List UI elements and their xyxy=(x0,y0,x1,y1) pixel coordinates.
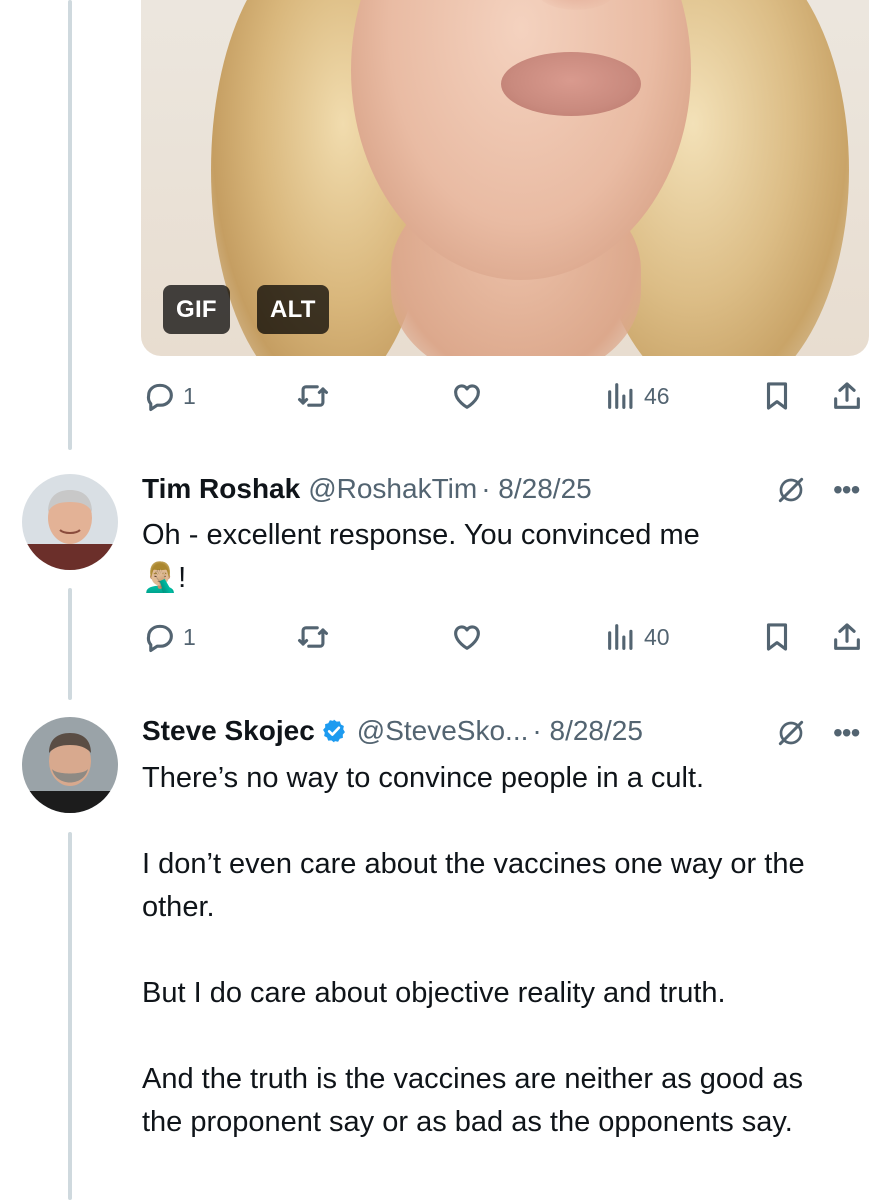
avatar-photo xyxy=(22,717,118,813)
share-icon xyxy=(834,382,860,409)
views-count: 40 xyxy=(644,623,670,650)
grok-icon[interactable] xyxy=(775,717,807,749)
tweet-paragraph: There’s no way to convince people in a c… xyxy=(142,762,705,794)
like-button[interactable] xyxy=(450,620,484,654)
share-button[interactable] xyxy=(830,620,864,654)
more-icon[interactable]: ••• xyxy=(833,476,860,504)
verified-badge-icon xyxy=(322,719,345,743)
bookmark-icon xyxy=(766,382,788,410)
thread-line-middle xyxy=(68,588,72,700)
retweet-icon xyxy=(297,385,329,407)
retweet-button[interactable] xyxy=(296,379,330,413)
tweet-text: There’s no way to convince people in a c… xyxy=(142,757,842,1144)
heart-icon xyxy=(454,625,480,650)
tweet-header: Steve Skojec @SteveSko... · 8/28/25 xyxy=(142,715,643,747)
gif-media[interactable]: GIF ALT xyxy=(141,0,869,356)
views-icon xyxy=(608,624,633,650)
tweet-header: Tim Roshak @RoshakTim · 8/28/25 xyxy=(142,473,592,505)
tweet-paragraph: I don’t even care about the vaccines one… xyxy=(142,848,805,923)
heart-icon xyxy=(454,384,480,409)
reply-icon xyxy=(146,624,173,653)
grok-icon[interactable] xyxy=(775,474,807,506)
reply-icon xyxy=(146,383,173,412)
tweet-date[interactable]: · 8/28/25 xyxy=(481,473,592,505)
tweet-paragraph: But I do care about objective reality an… xyxy=(142,977,726,1009)
views-button[interactable]: 40 xyxy=(604,620,670,654)
more-icon[interactable]: ••• xyxy=(833,719,860,747)
views-button[interactable]: 46 xyxy=(604,379,670,413)
retweet-icon xyxy=(297,626,329,648)
avatar[interactable] xyxy=(22,717,118,813)
alt-badge[interactable]: ALT xyxy=(257,285,329,334)
facepalm-emoji: 🤦🏼‍♂️ xyxy=(142,562,179,594)
tweet-paragraph: And the truth is the vaccines are neithe… xyxy=(142,1063,803,1138)
user-handle[interactable]: @SteveSko... xyxy=(357,715,529,747)
gif-badge: GIF xyxy=(163,285,230,334)
views-icon xyxy=(608,383,633,409)
tweet-text-line: Oh - excellent response. You convinced m… xyxy=(142,519,700,551)
tweet-date[interactable]: · 8/28/25 xyxy=(532,715,643,747)
user-handle[interactable]: @RoshakTim xyxy=(308,473,477,505)
thread-line-bottom xyxy=(68,832,72,1200)
gif-frame-lips xyxy=(501,52,641,116)
display-name[interactable]: Tim Roshak xyxy=(142,473,300,505)
reply-count: 1 xyxy=(183,382,196,409)
views-count: 46 xyxy=(644,382,670,409)
reply-count: 1 xyxy=(183,623,196,650)
avatar-photo xyxy=(22,474,118,570)
retweet-button[interactable] xyxy=(296,620,330,654)
display-name[interactable]: Steve Skojec xyxy=(142,715,315,747)
tweet-text-emoji-line: 🤦🏼‍♂️! xyxy=(142,557,862,600)
bookmark-icon xyxy=(766,623,788,651)
reply-button[interactable]: 1 xyxy=(143,379,196,413)
like-button[interactable] xyxy=(450,379,484,413)
thread-line-top xyxy=(68,0,72,450)
share-icon xyxy=(834,623,860,650)
bookmark-button[interactable] xyxy=(760,620,794,654)
tweet-text-suffix: ! xyxy=(178,562,187,594)
tweet-text: Oh - excellent response. You convinced m… xyxy=(142,514,862,600)
bookmark-button[interactable] xyxy=(760,379,794,413)
avatar[interactable] xyxy=(22,474,118,570)
reply-button[interactable]: 1 xyxy=(143,620,196,654)
share-button[interactable] xyxy=(830,379,864,413)
